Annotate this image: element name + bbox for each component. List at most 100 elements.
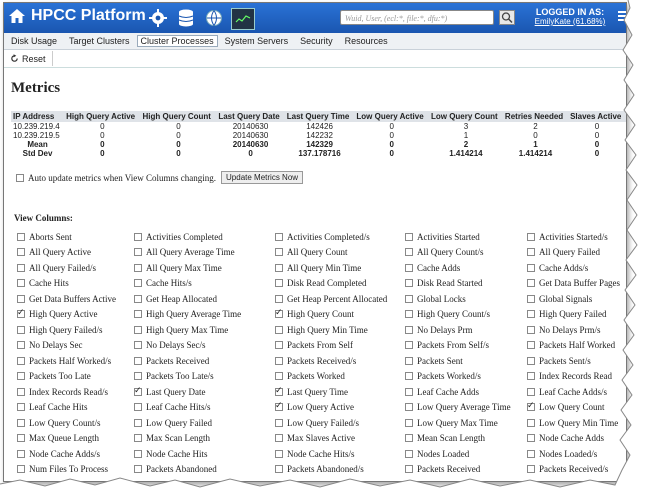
- column-checkbox[interactable]: [134, 263, 142, 272]
- column-option[interactable]: Get Heap Allocated: [134, 291, 275, 307]
- column-checkbox[interactable]: [405, 372, 413, 381]
- column-option[interactable]: Low Query Failed: [134, 415, 275, 431]
- column-header[interactable]: High Query Active: [64, 111, 141, 122]
- column-option[interactable]: Aborts Sent: [17, 229, 134, 245]
- column-checkbox[interactable]: [405, 279, 413, 288]
- column-checkbox[interactable]: [405, 434, 413, 443]
- column-option[interactable]: Packets Worked: [275, 369, 405, 385]
- menu-item-resources[interactable]: Resources: [340, 36, 393, 46]
- column-option[interactable]: Packets Sent/s: [527, 353, 626, 369]
- column-option[interactable]: Global Locks: [405, 291, 527, 307]
- column-option[interactable]: Last Query Date: [134, 384, 275, 400]
- menu-item-disk-usage[interactable]: Disk Usage: [6, 36, 62, 46]
- column-option[interactable]: Activities Completed: [134, 229, 275, 245]
- column-checkbox[interactable]: [405, 465, 413, 474]
- search-input[interactable]: Wuid, User, (ecl:*, file:*, dfu:*): [340, 10, 494, 25]
- column-checkbox[interactable]: [275, 307, 283, 319]
- column-option[interactable]: Cache Adds: [405, 260, 527, 276]
- column-header[interactable]: Retries Needed: [502, 111, 569, 122]
- column-checkbox[interactable]: [134, 385, 142, 396]
- column-checkbox[interactable]: [134, 310, 142, 319]
- column-option[interactable]: Packets From Self: [275, 338, 405, 354]
- monitor-graph-icon[interactable]: [231, 8, 255, 30]
- column-checkbox[interactable]: [275, 294, 283, 303]
- column-option[interactable]: Packets Sent: [405, 353, 527, 369]
- column-option[interactable]: High Query Active: [17, 307, 134, 323]
- column-option[interactable]: Packets Abandoned: [134, 462, 275, 478]
- column-checkbox[interactable]: [527, 232, 535, 241]
- column-option[interactable]: Low Query Count: [527, 400, 626, 416]
- auto-update-checkbox[interactable]: [16, 173, 24, 182]
- gear-icon[interactable]: [147, 8, 169, 28]
- column-checkbox[interactable]: [134, 248, 142, 257]
- column-header[interactable]: Low Query Count: [428, 111, 503, 122]
- column-checkbox[interactable]: [134, 449, 142, 458]
- column-option[interactable]: Node Cache Adds/s: [17, 446, 134, 462]
- column-header[interactable]: Last Query Time: [284, 111, 355, 122]
- column-checkbox[interactable]: [405, 294, 413, 303]
- column-option[interactable]: All Query Max Time: [134, 260, 275, 276]
- update-metrics-button[interactable]: Update Metrics Now: [221, 171, 304, 184]
- column-option[interactable]: Activities Started: [405, 229, 527, 245]
- column-option[interactable]: Low Query Max Time: [405, 415, 527, 431]
- column-checkbox[interactable]: [275, 325, 283, 334]
- column-option[interactable]: Packets Half Worked/s: [17, 353, 134, 369]
- column-checkbox[interactable]: [527, 263, 535, 272]
- column-checkbox[interactable]: [134, 418, 142, 427]
- column-checkbox[interactable]: [527, 434, 535, 443]
- column-checkbox[interactable]: [17, 372, 25, 381]
- menu-icon[interactable]: [618, 9, 626, 23]
- column-checkbox[interactable]: [275, 418, 283, 427]
- column-option[interactable]: All Query Count: [275, 245, 405, 261]
- column-option[interactable]: Low Query Average Time: [405, 400, 527, 416]
- column-checkbox[interactable]: [275, 248, 283, 257]
- column-option[interactable]: Node Cache Adds: [527, 431, 626, 447]
- globe-icon[interactable]: [203, 8, 225, 28]
- menu-item-security[interactable]: Security: [295, 36, 338, 46]
- column-checkbox[interactable]: [405, 341, 413, 350]
- column-option[interactable]: Node Cache Hits: [134, 446, 275, 462]
- column-checkbox[interactable]: [527, 248, 535, 257]
- column-option[interactable]: High Query Failed/s: [17, 322, 134, 338]
- column-option[interactable]: High Query Count: [275, 307, 405, 323]
- column-option[interactable]: Leaf Cache Adds: [405, 384, 527, 400]
- column-checkbox[interactable]: [134, 403, 142, 412]
- column-header[interactable]: Low Query Active: [354, 111, 429, 122]
- column-option[interactable]: Packets Received: [405, 462, 527, 478]
- column-option[interactable]: No Delays Sec/s: [134, 338, 275, 354]
- column-checkbox[interactable]: [134, 325, 142, 334]
- column-option[interactable]: Cache Adds/s: [527, 260, 626, 276]
- column-option[interactable]: All Query Min Time: [275, 260, 405, 276]
- column-checkbox[interactable]: [17, 465, 25, 474]
- column-checkbox[interactable]: [17, 341, 25, 350]
- column-checkbox[interactable]: [275, 232, 283, 241]
- column-option[interactable]: High Query Max Time: [134, 322, 275, 338]
- column-checkbox[interactable]: [275, 465, 283, 474]
- column-checkbox[interactable]: [275, 356, 283, 365]
- column-option[interactable]: Max Queue Length: [17, 431, 134, 447]
- column-checkbox[interactable]: [275, 400, 283, 412]
- column-checkbox[interactable]: [17, 294, 25, 303]
- column-checkbox[interactable]: [134, 341, 142, 350]
- column-option[interactable]: High Query Failed: [527, 307, 626, 323]
- column-header[interactable]: Slaves Active: [568, 111, 626, 122]
- column-option[interactable]: All Query Failed/s: [17, 260, 134, 276]
- column-option[interactable]: Global Signals: [527, 291, 626, 307]
- column-checkbox[interactable]: [17, 356, 25, 365]
- column-option[interactable]: Packets Received/s: [527, 462, 626, 478]
- column-option[interactable]: Packets Received/s: [275, 353, 405, 369]
- column-checkbox[interactable]: [405, 248, 413, 257]
- column-checkbox[interactable]: [17, 263, 25, 272]
- column-checkbox[interactable]: [134, 294, 142, 303]
- column-option[interactable]: No Delays Sec: [17, 338, 134, 354]
- column-checkbox[interactable]: [17, 279, 25, 288]
- menu-item-target-clusters[interactable]: Target Clusters: [64, 36, 135, 46]
- column-checkbox[interactable]: [405, 310, 413, 319]
- column-option[interactable]: Disk Read Started: [405, 276, 527, 292]
- column-option[interactable]: Cache Hits: [17, 276, 134, 292]
- column-checkbox[interactable]: [527, 449, 535, 458]
- column-checkbox[interactable]: [17, 307, 25, 319]
- column-checkbox[interactable]: [134, 356, 142, 365]
- column-option[interactable]: Packets Too Late: [17, 369, 134, 385]
- column-option[interactable]: Get Data Buffer Pages: [527, 276, 626, 292]
